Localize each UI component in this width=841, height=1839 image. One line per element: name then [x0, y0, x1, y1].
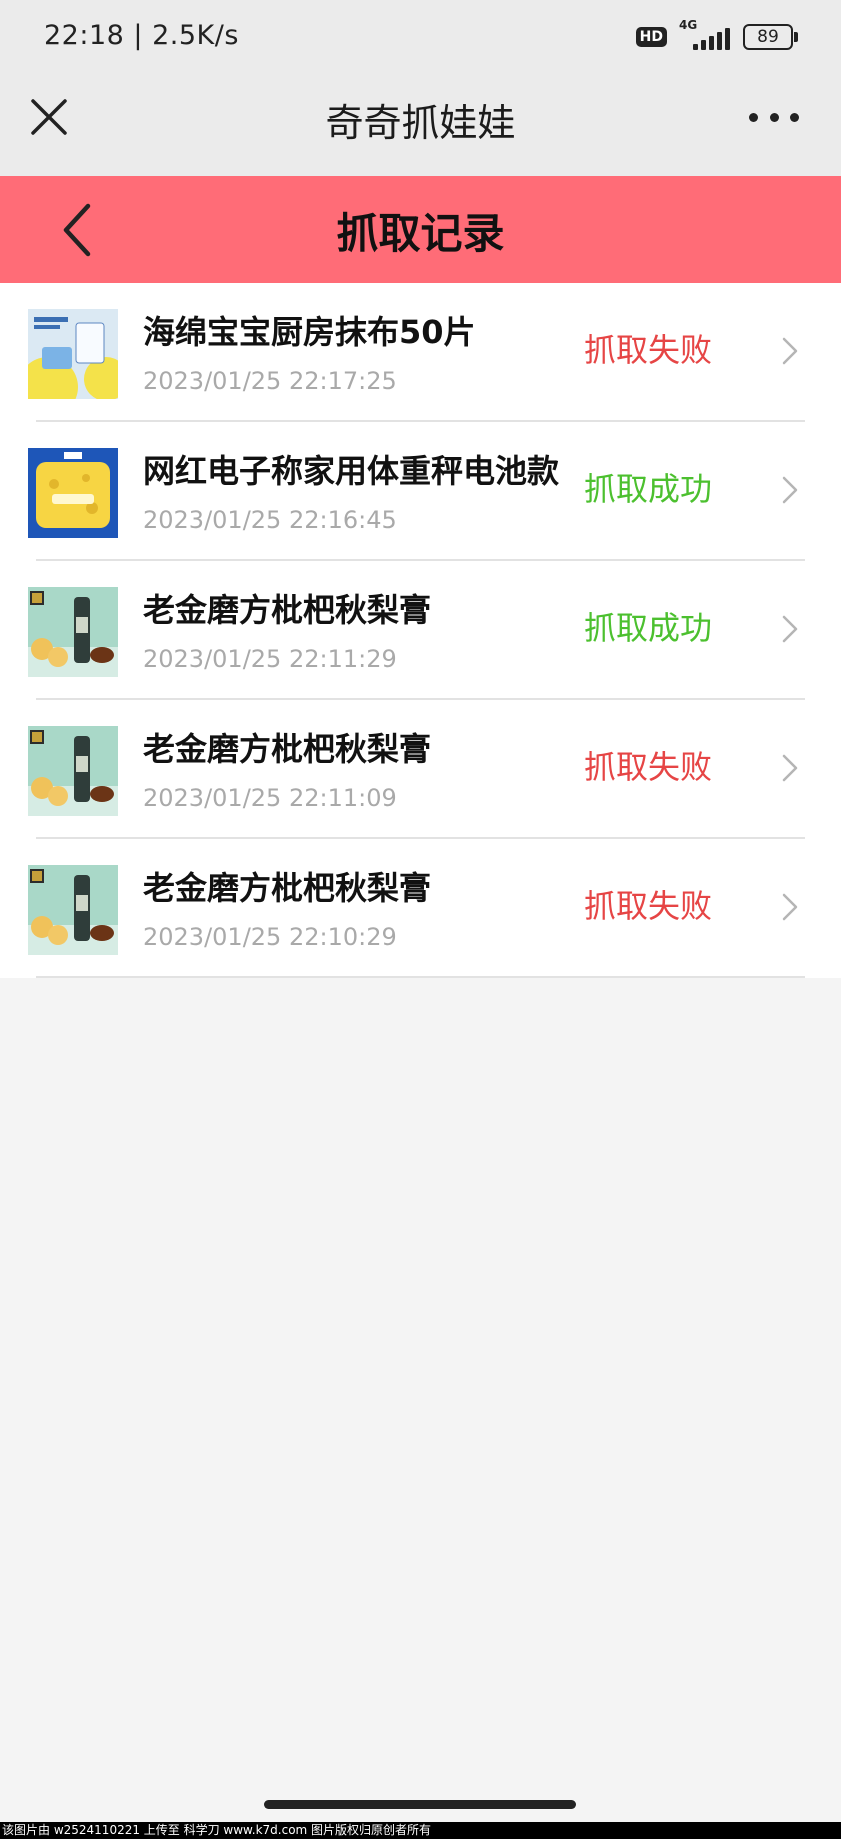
product-thumbnail [28, 726, 118, 816]
record-row[interactable]: 老金磨方枇杷秋梨膏 2023/01/25 22:11:29 抓取成功 [0, 561, 841, 700]
status-bar: 22:18 | 2.5K/s HD 4G 89 [0, 0, 841, 72]
home-indicator[interactable] [264, 1800, 576, 1809]
record-row[interactable]: 网红电子称家用体重秤电池款 2023/01/25 22:16:45 抓取成功 [0, 422, 841, 561]
product-name: 海绵宝宝厨房抹布50片 [143, 313, 476, 351]
status-fail: 抓取失败 [584, 748, 713, 786]
app-title: 奇奇抓娃娃 [325, 101, 516, 145]
record-row[interactable]: 老金磨方枇杷秋梨膏 2023/01/25 22:11:09 抓取失败 [0, 700, 841, 839]
divider [36, 976, 805, 978]
battery-icon: 89 [743, 24, 798, 50]
record-time: 2023/01/25 22:11:09 [143, 784, 397, 812]
status-time: 22:18 | 2.5K/s [44, 20, 239, 51]
record-row[interactable]: 海绵宝宝厨房抹布50片 2023/01/25 22:17:25 抓取失败 [0, 283, 841, 422]
more-dot [749, 112, 758, 122]
product-name: 老金磨方枇杷秋梨膏 [143, 591, 432, 629]
sponge-cloth-image [28, 309, 118, 399]
chevron-right-icon [782, 754, 798, 782]
pear-syrup-image [28, 865, 118, 955]
status-success: 抓取成功 [584, 609, 713, 647]
product-name: 网红电子称家用体重秤电池款 [143, 452, 560, 490]
product-name: 老金磨方枇杷秋梨膏 [143, 730, 432, 768]
chevron-right-icon [782, 615, 798, 643]
product-thumbnail [28, 865, 118, 955]
record-time: 2023/01/25 22:11:29 [143, 645, 397, 673]
battery-level: 89 [757, 27, 779, 47]
app-titlebar: 奇奇抓娃娃 [0, 72, 841, 176]
page-header: 抓取记录 [0, 176, 841, 283]
record-time: 2023/01/25 22:16:45 [143, 506, 397, 534]
status-fail: 抓取失败 [584, 331, 713, 369]
status-success: 抓取成功 [584, 470, 713, 508]
product-name: 老金磨方枇杷秋梨膏 [143, 869, 432, 907]
scale-image [28, 448, 118, 538]
chevron-right-icon [782, 476, 798, 504]
chevron-right-icon [782, 337, 798, 365]
record-time: 2023/01/25 22:10:29 [143, 923, 397, 951]
product-thumbnail [28, 587, 118, 677]
pear-syrup-image [28, 587, 118, 677]
watermark-strip: 该图片由 w2524110221 上传至 科学刀 www.k7d.com 图片版… [0, 1822, 841, 1839]
record-row[interactable]: 老金磨方枇杷秋梨膏 2023/01/25 22:10:29 抓取失败 [0, 839, 841, 978]
product-thumbnail [28, 309, 118, 399]
status-icons: HD 4G 89 [635, 18, 798, 54]
record-time: 2023/01/25 22:17:25 [143, 367, 397, 395]
page-title: 抓取记录 [336, 209, 505, 258]
product-thumbnail [28, 448, 118, 538]
chevron-right-icon [782, 893, 798, 921]
more-button[interactable] [749, 100, 799, 134]
hd-badge: HD [635, 27, 667, 47]
more-dot [790, 112, 799, 122]
record-list: 海绵宝宝厨房抹布50片 2023/01/25 22:17:25 抓取失败 网红电… [0, 283, 841, 978]
status-fail: 抓取失败 [584, 887, 713, 925]
pear-syrup-image [28, 726, 118, 816]
signal-icon: 4G [677, 18, 733, 52]
more-dot [769, 112, 779, 122]
